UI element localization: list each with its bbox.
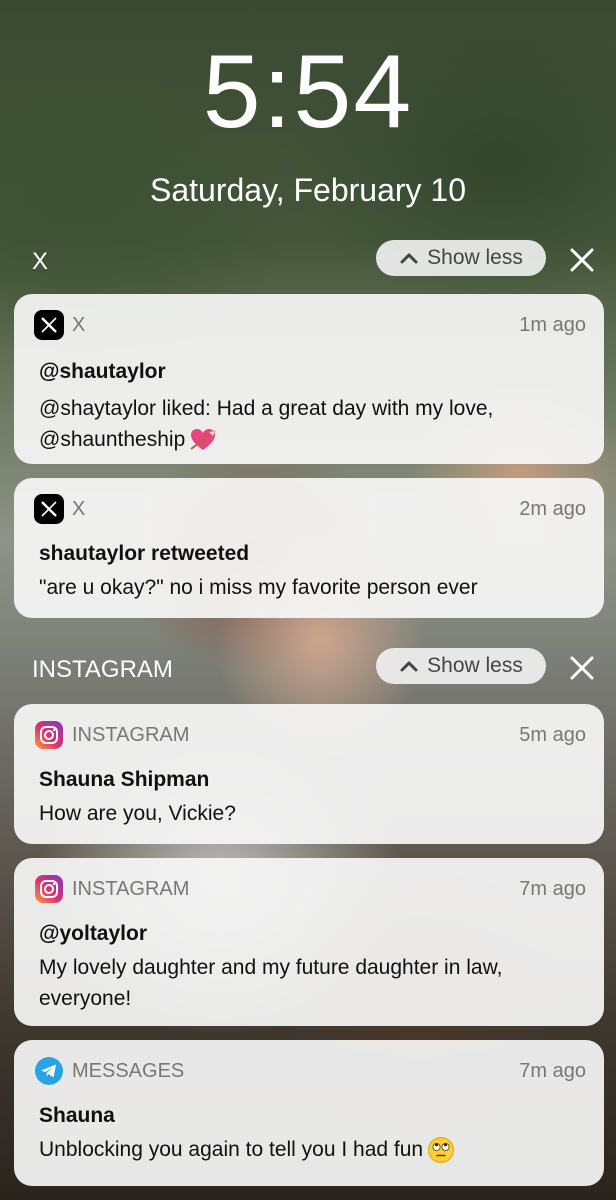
group-title-x: X [32, 248, 49, 275]
instagram-icon [34, 720, 64, 750]
notification-card[interactable]: INSTAGRAM 7m ago @yoltaylor My lovely da… [14, 858, 604, 1026]
app-name: INSTAGRAM [72, 724, 190, 746]
notification-body-line: My lovely daughter and my future daughte… [39, 956, 503, 979]
instagram-icon [34, 874, 64, 904]
notification-header: X 2m ago [34, 494, 586, 524]
lock-screen-date: Saturday, February 10 [149, 172, 466, 208]
notification-time: 7m ago [519, 878, 586, 900]
close-icon [570, 248, 594, 272]
notification-time: 7m ago [519, 1060, 586, 1082]
notification-body-line: everyone! [39, 987, 132, 1010]
notification-body-line: @shauntheship [39, 424, 579, 455]
app-name: INSTAGRAM [72, 878, 190, 900]
show-less-label: Show less [427, 654, 523, 677]
notification-header: X 1m ago [34, 310, 586, 340]
notification-title: Shauna Shipman [39, 768, 210, 791]
chevron-up-icon [400, 661, 418, 672]
notification-title: shautaylor retweeted [39, 542, 250, 565]
notification-time: 5m ago [519, 724, 586, 746]
notification-time: 2m ago [519, 498, 586, 520]
notification-card[interactable]: X 2m ago shautaylor retweeted "are u oka… [14, 478, 604, 618]
group-title-instagram: INSTAGRAM [32, 656, 173, 683]
notification-body-line: @shaytaylor liked: Had a great day with … [39, 397, 494, 420]
instagram-group-header: INSTAGRAM Show less [0, 648, 616, 690]
notification-body: "are u okay?" no i miss my favorite pers… [39, 576, 478, 599]
instagram-group-close-button[interactable] [564, 650, 600, 686]
show-less-label: Show less [427, 246, 523, 269]
x-group-close-button[interactable] [564, 242, 600, 278]
notification-title: Shauna [39, 1104, 115, 1127]
heart-with-arrow-emoji [190, 429, 216, 451]
eye-roll-emoji [428, 1137, 455, 1164]
notification-header: MESSAGES 7m ago [34, 1056, 586, 1086]
instagram-show-less-button[interactable]: Show less [376, 648, 546, 684]
notification-body-line: Unblocking you again to tell you I had f… [39, 1138, 424, 1161]
notification-title: @shautaylor [39, 360, 166, 383]
notification-header: INSTAGRAM 5m ago [34, 720, 586, 750]
notification-body: My lovely daughter and my future daughte… [39, 952, 579, 1014]
notification-card[interactable]: MESSAGES 7m ago Shauna Unblocking you ag… [14, 1040, 604, 1186]
notification-title: @yoltaylor [39, 922, 148, 945]
x-group-header: X Show less [0, 240, 616, 282]
x-show-less-button[interactable]: Show less [376, 240, 546, 276]
x-logo-icon [34, 310, 64, 340]
chevron-up-icon [400, 253, 418, 264]
notification-body: @shaytaylor liked: Had a great day with … [39, 393, 579, 455]
close-icon [570, 656, 594, 680]
notification-body: How are you, Vickie? [39, 802, 236, 825]
notification-body: Unblocking you again to tell you I had f… [39, 1134, 579, 1165]
notification-time: 1m ago [519, 314, 586, 336]
app-name: X [72, 314, 86, 336]
notification-card[interactable]: INSTAGRAM 5m ago Shauna Shipman How are … [14, 704, 604, 844]
app-name: X [72, 498, 86, 520]
lock-screen-clock: 5:54 [202, 34, 414, 150]
mention-text: @shauntheship [39, 428, 186, 451]
telegram-icon [34, 1056, 64, 1086]
x-logo-icon [34, 494, 64, 524]
app-name: MESSAGES [72, 1060, 185, 1082]
notification-card[interactable]: X 1m ago @shautaylor @shaytaylor liked: … [14, 294, 604, 464]
notification-header: INSTAGRAM 7m ago [34, 874, 586, 904]
